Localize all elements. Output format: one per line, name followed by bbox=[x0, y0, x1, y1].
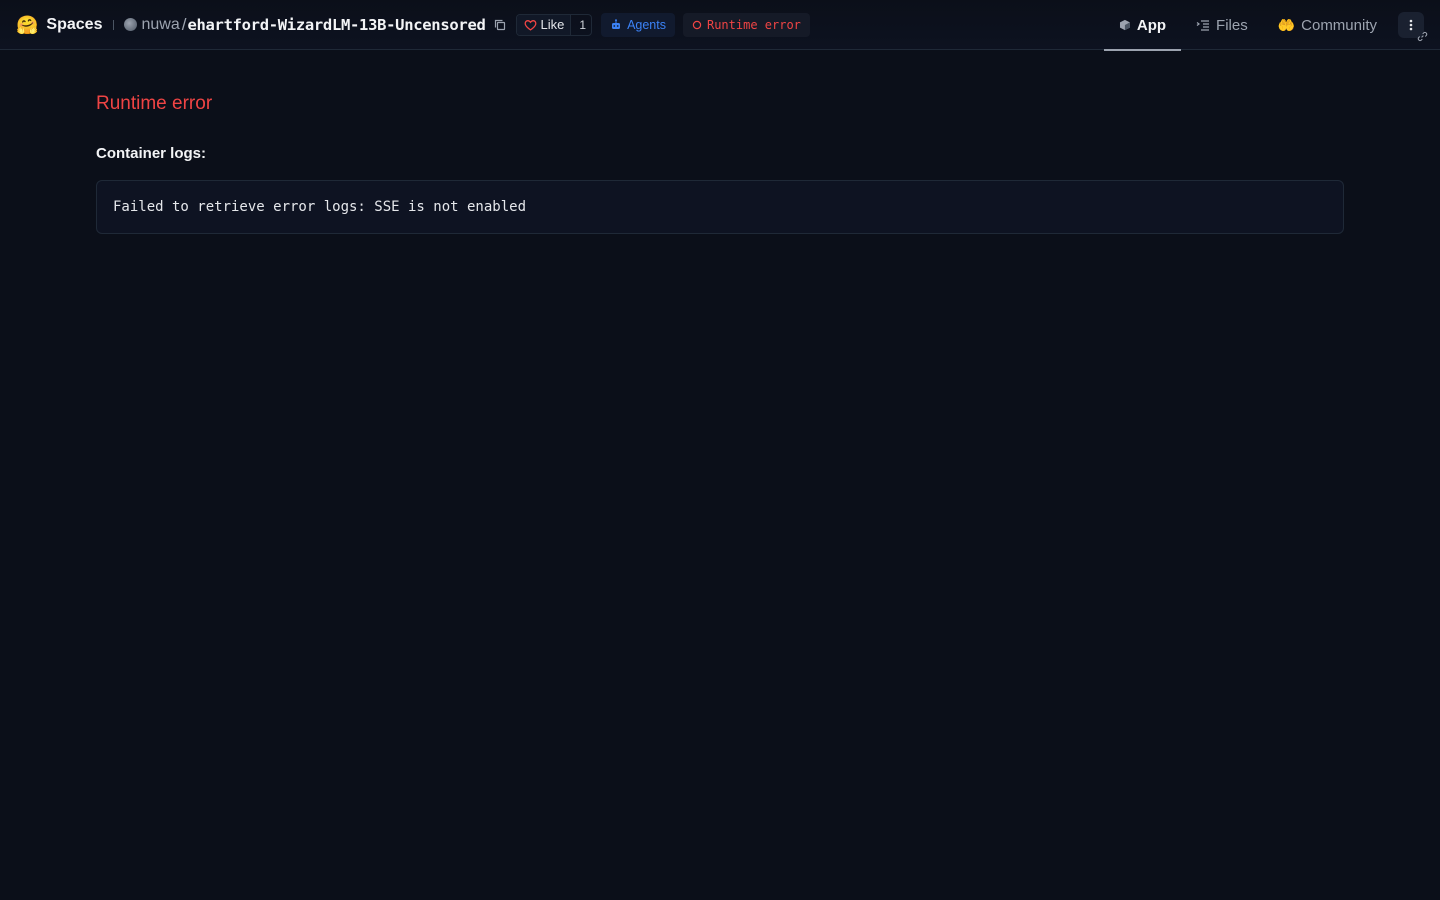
link-icon bbox=[1417, 31, 1428, 42]
files-icon bbox=[1196, 20, 1210, 31]
error-circle-icon bbox=[692, 20, 702, 29]
hugging-face-logo: 🤗 bbox=[16, 14, 39, 35]
tab-files-label: Files bbox=[1216, 16, 1248, 34]
tab-app-label: App bbox=[1136, 16, 1167, 34]
divider bbox=[113, 19, 115, 30]
agents-label: Agents bbox=[627, 17, 666, 32]
owner-link[interactable]: nuwa bbox=[141, 16, 179, 34]
robot-icon bbox=[612, 18, 621, 29]
repo-name-link[interactable]: ehartford-WizardLM-13B-Uncensored bbox=[187, 16, 485, 34]
tab-files[interactable]: Files bbox=[1181, 0, 1263, 50]
tab-community[interactable]: 🤲 Community bbox=[1263, 0, 1392, 50]
cube-icon bbox=[1120, 19, 1130, 31]
community-emoji-icon: 🤲 bbox=[1277, 16, 1296, 33]
space-nav: App Files 🤲 Community bbox=[1104, 0, 1440, 51]
spaces-brand-link[interactable]: 🤗 Spaces bbox=[16, 16, 102, 34]
container-logs-label: Container logs: bbox=[96, 145, 207, 162]
copy-icon[interactable] bbox=[492, 17, 508, 33]
spaces-label: Spaces bbox=[46, 15, 103, 33]
like-group: Like 1 bbox=[515, 13, 593, 36]
main-content: Runtime error Container logs: Failed to … bbox=[96, 50, 1344, 234]
like-label: Like bbox=[540, 17, 565, 32]
status-label: Runtime error bbox=[706, 17, 801, 32]
path-separator: / bbox=[181, 14, 187, 34]
container-logs-box[interactable]: Failed to retrieve error logs: SSE is no… bbox=[96, 180, 1344, 234]
more-options-button[interactable] bbox=[1398, 12, 1428, 42]
like-button[interactable]: Like bbox=[516, 14, 571, 35]
logs-text: Failed to retrieve error logs: SSE is no… bbox=[113, 199, 527, 215]
tab-app[interactable]: App bbox=[1104, 0, 1182, 51]
status-badge[interactable]: Runtime error bbox=[682, 12, 810, 37]
avatar bbox=[124, 18, 138, 31]
top-header: 🤗 Spaces nuwa / ehartford-WizardLM-13B-U… bbox=[0, 0, 1440, 51]
vertical-dots-icon bbox=[1409, 19, 1413, 31]
agents-badge[interactable]: Agents bbox=[601, 12, 675, 37]
tab-community-label: Community bbox=[1301, 16, 1377, 34]
like-count[interactable]: 1 bbox=[570, 14, 591, 35]
page-title: Runtime error bbox=[96, 93, 213, 114]
heart-icon bbox=[524, 19, 536, 31]
